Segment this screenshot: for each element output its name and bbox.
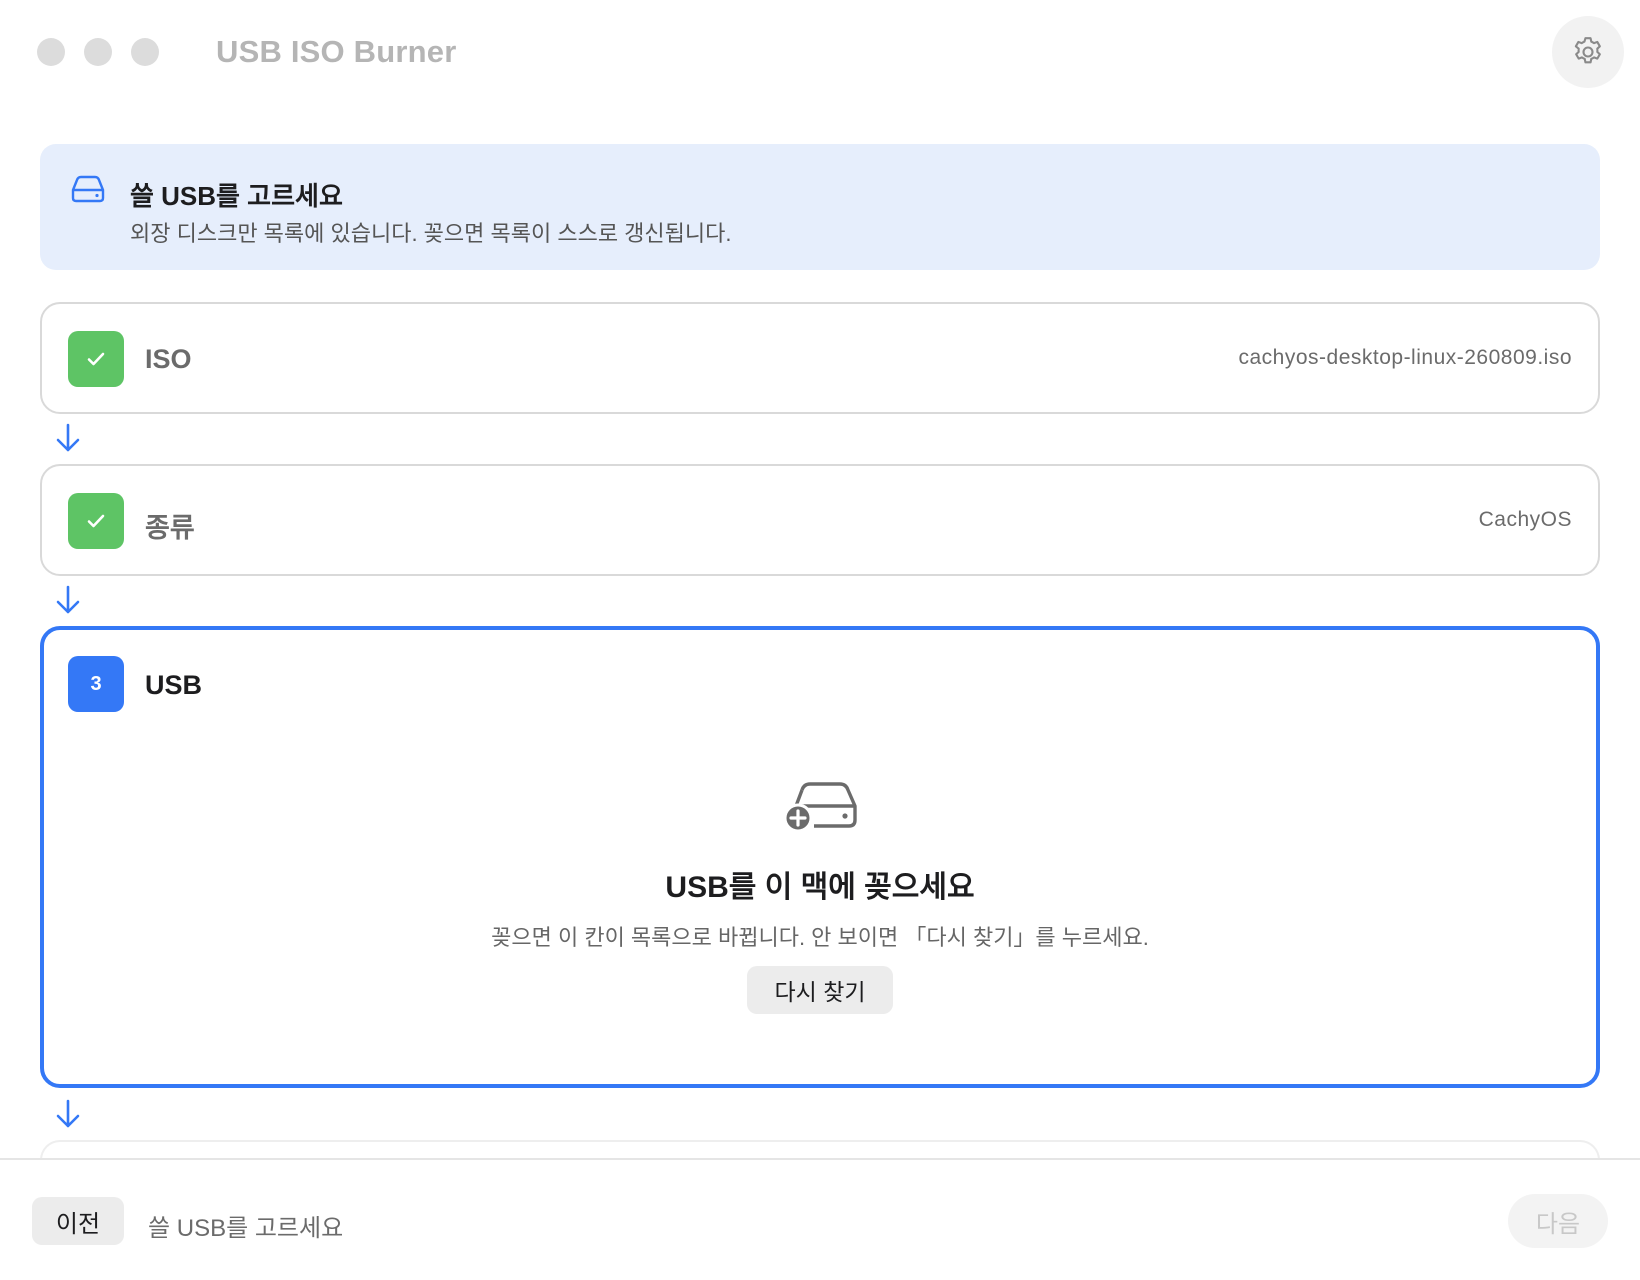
previous-button[interactable]: 이전	[32, 1197, 124, 1245]
step-label: 종류	[145, 513, 195, 543]
app-window: USB ISO Burner 쓸 USB를 고르세요 외장 디스크만 목록에 있…	[0, 0, 1640, 1280]
step-type[interactable]: 종류 CachyOS	[40, 464, 1600, 576]
arrow-down-icon	[56, 1099, 80, 1128]
settings-button[interactable]	[1552, 16, 1624, 88]
checkmark-icon	[87, 514, 105, 528]
close-window-button[interactable]	[37, 38, 65, 66]
checkmark-icon	[87, 352, 105, 366]
step-value: CachyOS	[1478, 508, 1572, 531]
step-iso[interactable]: ISO cachyos-desktop-linux-260809.iso	[40, 302, 1600, 414]
empty-state-subtitle: 꽂으면 이 칸이 목록으로 바뀝니다. 안 보이면 「다시 찾기」를 누르세요.	[491, 925, 1149, 950]
banner-title: 쓸 USB를 고르세요	[130, 181, 343, 211]
minimize-window-button[interactable]	[84, 38, 112, 66]
arrow-down-icon	[56, 585, 80, 614]
zoom-window-button[interactable]	[131, 38, 159, 66]
instruction-banner: 쓸 USB를 고르세요 외장 디스크만 목록에 있습니다. 꽂으면 목록이 스스…	[40, 144, 1600, 270]
footer-status: 쓸 USB를 고르세요	[148, 1215, 344, 1242]
step-label: USB	[145, 670, 203, 700]
step-done-badge	[68, 493, 124, 549]
rescan-button[interactable]: 다시 찾기	[747, 966, 893, 1014]
step-done-badge	[68, 331, 124, 387]
window-controls	[37, 38, 159, 66]
window-title: USB ISO Burner	[216, 34, 457, 69]
empty-state-title: USB를 이 맥에 꽂으세요	[665, 871, 975, 904]
external-drive-icon	[71, 175, 105, 203]
step-value: cachyos-desktop-linux-260809.iso	[1238, 346, 1572, 369]
next-button[interactable]: 다음	[1508, 1194, 1608, 1248]
arrow-down-icon	[56, 423, 80, 452]
step-number-badge: 3	[68, 656, 124, 712]
banner-subtitle: 외장 디스크만 목록에 있습니다. 꽂으면 목록이 스스로 갱신됩니다.	[130, 221, 732, 246]
drive-add-icon	[784, 782, 857, 833]
gear-icon	[1574, 37, 1601, 64]
step-usb: 3 USB USB를 이 맥에 꽂으세요 꽂으면 이 칸이 목록으로 바뀝니다.…	[40, 626, 1600, 1088]
step-label: ISO	[145, 344, 192, 374]
footer-bar: 이전 쓸 USB를 고르세요 다음	[0, 1158, 1640, 1280]
